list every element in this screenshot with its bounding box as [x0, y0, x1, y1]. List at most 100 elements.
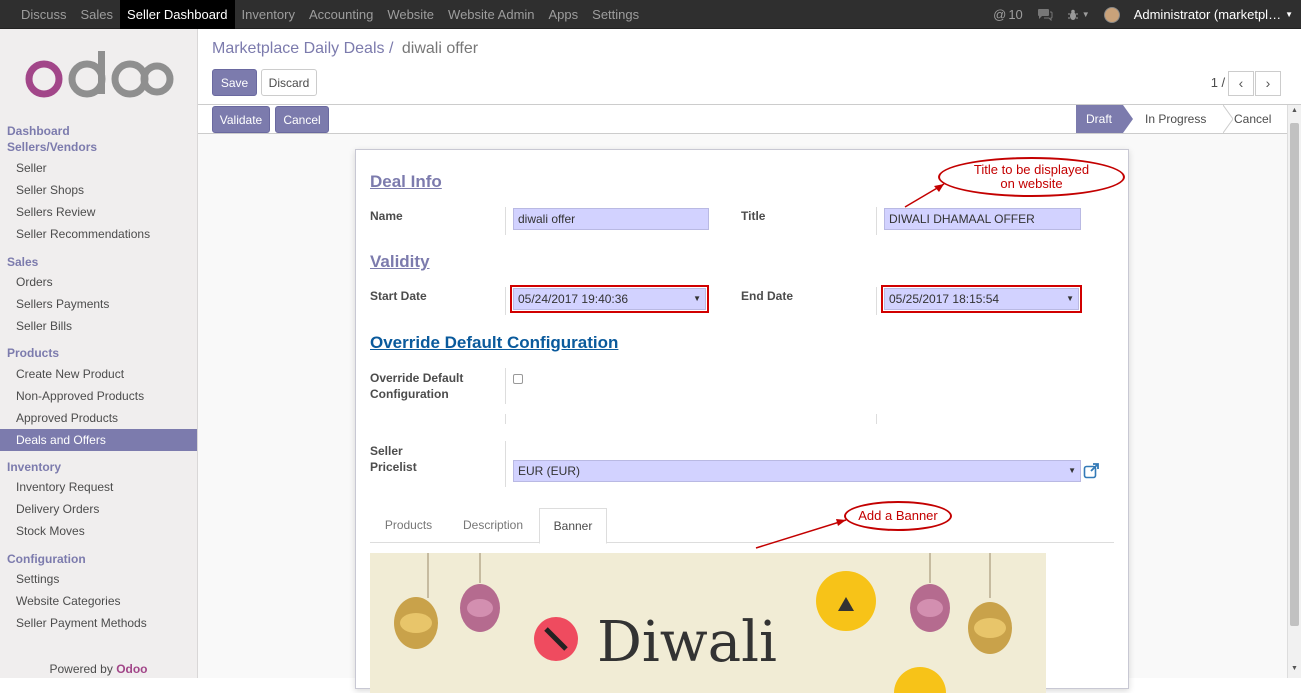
override-config-checkbox[interactable] — [513, 374, 523, 384]
discard-button[interactable]: Discard — [261, 69, 317, 96]
save-button[interactable]: Save — [212, 69, 257, 96]
nav-sales[interactable]: Sales — [74, 0, 121, 29]
field-divider — [876, 414, 877, 424]
end-date-input[interactable]: 05/25/2017 18:15:54 ▼ — [881, 285, 1082, 313]
nav-website-admin[interactable]: Website Admin — [441, 0, 541, 29]
nav-seller-dashboard[interactable]: Seller Dashboard — [120, 0, 235, 29]
powered-by-link[interactable]: Odoo — [116, 662, 147, 676]
field-divider — [876, 207, 877, 235]
name-label: Name — [370, 209, 403, 223]
sidebar-item-deals-and-offers[interactable]: Deals and Offers — [0, 429, 197, 451]
sidebar-item-seller-bills[interactable]: Seller Bills — [0, 315, 197, 337]
scroll-down-icon[interactable]: ▼ — [1291, 665, 1298, 672]
deal-info-heading: Deal Info — [370, 172, 442, 191]
mentions-button[interactable]: @ 10 — [993, 7, 1023, 22]
stage-draft[interactable]: Draft — [1076, 105, 1123, 133]
breadcrumb-parent[interactable]: Marketplace Daily Deals — [212, 40, 385, 57]
sidebar: Dashboard Sellers/Vendors Seller Seller … — [0, 29, 198, 678]
override-config-label-line2: Configuration — [370, 387, 449, 401]
nav-accounting[interactable]: Accounting — [302, 0, 380, 29]
pager-previous-button[interactable]: ‹ — [1228, 71, 1254, 96]
powered-by: Powered by Odoo — [0, 662, 197, 676]
tab-products[interactable]: Products — [370, 508, 447, 543]
stage-in-progress[interactable]: In Progress — [1135, 105, 1227, 133]
scroll-up-icon[interactable]: ▲ — [1291, 107, 1298, 114]
chevron-right-icon: › — [1265, 75, 1271, 91]
sidebar-item-stock-moves[interactable]: Stock Moves — [0, 520, 197, 542]
sidebar-item-delivery-orders[interactable]: Delivery Orders — [0, 498, 197, 520]
validate-button[interactable]: Validate — [212, 106, 270, 133]
sidebar-item-create-new-product[interactable]: Create New Product — [0, 363, 197, 385]
sidebar-item-seller-payment-methods[interactable]: Seller Payment Methods — [0, 612, 197, 634]
caret-down-icon: ▼ — [1081, 10, 1090, 19]
pager-next-button[interactable]: › — [1255, 71, 1281, 96]
stage-arrow-icon — [1123, 105, 1133, 133]
sidebar-item-sellers-review[interactable]: Sellers Review — [0, 201, 197, 223]
debug-bug-icon[interactable]: ▼ — [1067, 9, 1090, 21]
chevron-left-icon: ‹ — [1238, 75, 1244, 91]
end-date-value: 05/25/2017 18:15:54 — [889, 292, 1000, 306]
nav-apps[interactable]: Apps — [542, 0, 586, 29]
powered-by-text: Powered by — [49, 662, 113, 676]
title-annotation-callout: Title to be displayed on website — [938, 157, 1125, 197]
tab-banner[interactable]: Banner — [539, 508, 607, 544]
nav-inventory[interactable]: Inventory — [235, 0, 302, 29]
pricelist-value: EUR (EUR) — [518, 464, 580, 478]
banner-annotation-callout: Add a Banner — [844, 501, 952, 531]
section-dashboard-title[interactable]: Dashboard — [7, 124, 97, 138]
banner-text: Diwali — [597, 610, 777, 675]
caret-down-icon: ▼ — [693, 294, 701, 303]
systray: @ 10 ▼ Administrator (marketpl… ▼ — [993, 0, 1301, 29]
sidebar-item-sellers-payments[interactable]: Sellers Payments — [0, 293, 197, 315]
override-config-heading: Override Default Configuration — [370, 333, 619, 352]
section-products-title: Products — [7, 346, 60, 360]
breadcrumb-separator: / — [388, 40, 394, 57]
nav-settings[interactable]: Settings — [585, 0, 646, 29]
top-navbar: Discuss Sales Seller Dashboard Inventory… — [0, 0, 1301, 29]
cancel-button[interactable]: Cancel — [275, 106, 329, 133]
odoo-logo[interactable] — [24, 47, 174, 119]
sidebar-item-settings[interactable]: Settings — [0, 568, 197, 590]
title-annotation-line1: Title to be displayed — [973, 162, 1090, 177]
chat-icon[interactable] — [1037, 8, 1053, 21]
override-config-label-line1: Override Default — [370, 371, 464, 385]
banner-image[interactable]: Diwali — [370, 553, 1046, 693]
title-input[interactable]: DIWALI DHAMAAL OFFER — [884, 208, 1081, 230]
sidebar-item-seller-shops[interactable]: Seller Shops — [0, 179, 197, 201]
sidebar-item-seller-recommendations[interactable]: Seller Recommendations — [0, 223, 197, 245]
sidebar-item-inventory-request[interactable]: Inventory Request — [0, 476, 197, 498]
section-dashboard: Dashboard Sellers/Vendors — [7, 124, 97, 154]
scrollbar-thumb[interactable] — [1290, 123, 1299, 626]
field-divider — [505, 207, 506, 235]
override-config-label: Override Default Configuration — [370, 370, 463, 402]
nav-website[interactable]: Website — [380, 0, 441, 29]
pricelist-select[interactable]: EUR (EUR) ▼ — [513, 460, 1081, 482]
caret-down-icon: ▼ — [1066, 294, 1074, 303]
sidebar-item-seller[interactable]: Seller — [0, 157, 197, 179]
sidebar-item-approved-products[interactable]: Approved Products — [0, 407, 197, 429]
tab-description[interactable]: Description — [448, 508, 538, 543]
form-statusbar: Validate Cancel Draft In Progress Cancel — [198, 105, 1287, 134]
end-date-label: End Date — [741, 289, 794, 303]
field-divider — [505, 287, 506, 315]
caret-down-icon: ▼ — [1285, 10, 1293, 19]
pricelist-label-line1: Seller — [370, 444, 403, 458]
vertical-scrollbar[interactable]: ▲ ▼ — [1287, 105, 1301, 678]
sidebar-item-orders[interactable]: Orders — [0, 271, 197, 293]
at-icon: @ — [993, 7, 1007, 22]
user-name: Administrator (marketpl… — [1133, 7, 1282, 22]
sidebar-item-non-approved-products[interactable]: Non-Approved Products — [0, 385, 197, 407]
field-divider — [876, 287, 877, 315]
pricelist-label-line2: Pricelist — [370, 460, 417, 474]
user-menu[interactable]: Administrator (marketpl… ▼ — [1103, 6, 1293, 23]
sidebar-item-website-categories[interactable]: Website Categories — [0, 590, 197, 612]
start-date-input[interactable]: 05/24/2017 19:40:36 ▼ — [510, 285, 709, 313]
section-sellers-title: Sellers/Vendors — [7, 140, 98, 154]
external-link-icon[interactable] — [1083, 462, 1100, 479]
stage-cancel[interactable]: Cancel — [1224, 105, 1284, 133]
field-divider — [505, 414, 506, 424]
form-sheet: Deal Info Name diwali offer Title DIWALI… — [355, 149, 1129, 693]
nav-discuss[interactable]: Discuss — [14, 0, 74, 29]
name-input[interactable]: diwali offer — [513, 208, 709, 230]
title-label: Title — [741, 209, 766, 223]
